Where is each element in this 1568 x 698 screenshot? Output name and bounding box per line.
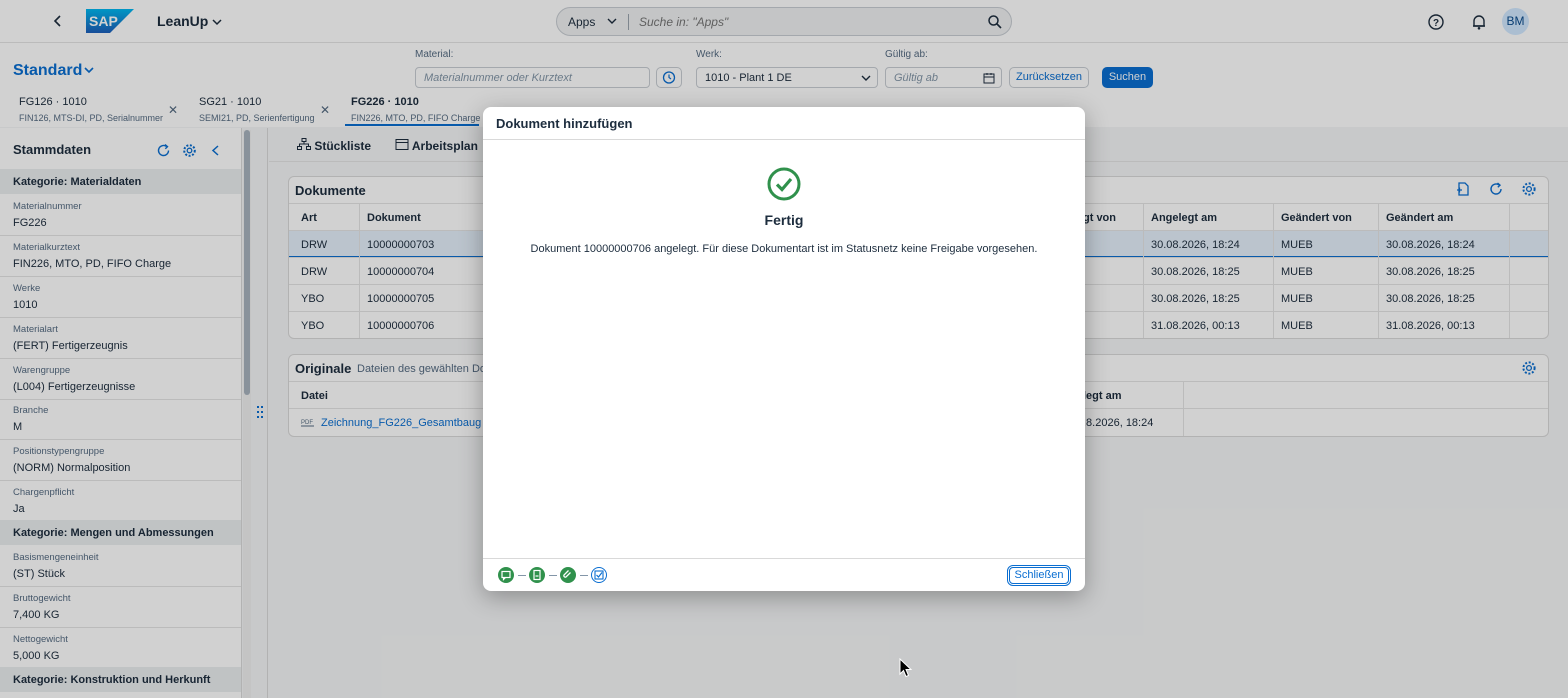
step-connector <box>518 575 526 576</box>
add-document-dialog: Dokument hinzufügen Fertig Dokument 1000… <box>483 107 1085 591</box>
close-dialog-button[interactable]: Schließen <box>1007 565 1071 586</box>
step-document-icon <box>529 567 545 583</box>
success-check-icon <box>767 167 801 201</box>
step-connector <box>580 575 588 576</box>
status-message: Dokument 10000000706 angelegt. Für diese… <box>530 243 1038 255</box>
step-comment-icon <box>498 567 514 583</box>
step-connector <box>549 575 557 576</box>
dialog-header: Dokument hinzufügen <box>483 107 1085 140</box>
step-attachment-icon <box>560 567 576 583</box>
step-approval-icon <box>591 567 607 583</box>
mouse-cursor-icon <box>899 658 913 678</box>
status-heading: Fertig <box>764 212 804 228</box>
dialog-title: Dokument hinzufügen <box>496 116 633 131</box>
